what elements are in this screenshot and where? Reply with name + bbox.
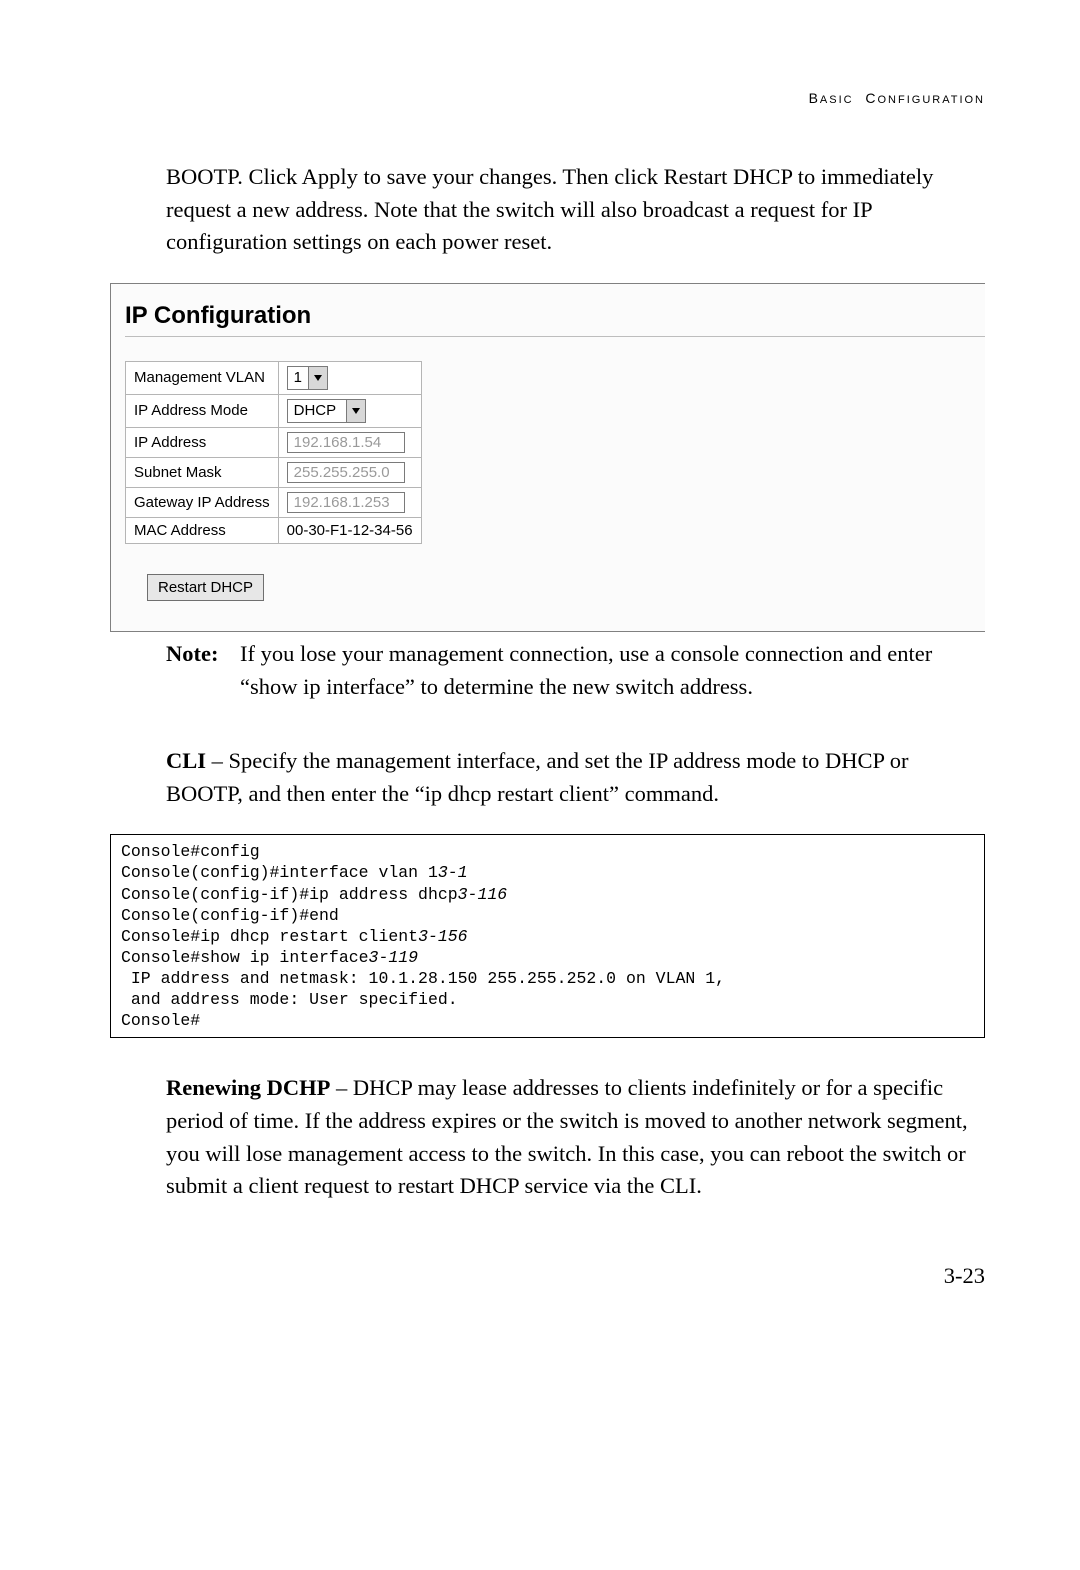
cli-line: Console(config)#interface vlan 1 bbox=[121, 863, 438, 882]
panel-title: IP Configuration bbox=[125, 302, 985, 330]
cli-ref: 3-119 bbox=[369, 948, 419, 967]
cli-example-box: Console#config Console(config)#interface… bbox=[110, 834, 985, 1038]
mgmt-vlan-select[interactable]: 1 bbox=[287, 366, 328, 390]
table-row: IP Address 192.168.1.54 bbox=[126, 427, 422, 457]
mac-address-value: 00-30-F1-12-34-56 bbox=[287, 522, 413, 539]
ip-mode-label: IP Address Mode bbox=[126, 394, 279, 427]
ip-address-label: IP Address bbox=[126, 427, 279, 457]
ip-mode-select[interactable]: DHCP bbox=[287, 399, 366, 423]
gateway-label: Gateway IP Address bbox=[126, 487, 279, 517]
panel-divider bbox=[125, 336, 985, 337]
page-number: 3-23 bbox=[110, 1263, 985, 1289]
table-row: Subnet Mask 255.255.255.0 bbox=[126, 457, 422, 487]
cli-line: Console# bbox=[121, 1011, 200, 1030]
ip-config-panel: IP Configuration Management VLAN 1 IP Ad… bbox=[110, 283, 985, 632]
cli-line: Console#ip dhcp restart client bbox=[121, 927, 418, 946]
note-text: If you lose your management connection, … bbox=[240, 638, 985, 703]
gateway-input[interactable]: 192.168.1.253 bbox=[287, 492, 405, 513]
cli-line: and address mode: User specified. bbox=[121, 990, 458, 1009]
mac-address-label: MAC Address bbox=[126, 517, 279, 543]
cli-line: Console(config-if)#end bbox=[121, 906, 339, 925]
page-header: BASIC CONFIGURATION bbox=[110, 90, 985, 106]
mgmt-vlan-value: 1 bbox=[288, 369, 308, 386]
cli-line: IP address and netmask: 10.1.28.150 255.… bbox=[121, 969, 725, 988]
intro-paragraph: BOOTP. Click Apply to save your changes.… bbox=[166, 161, 985, 259]
cli-intro-text: – Specify the management interface, and … bbox=[166, 748, 909, 806]
renewing-dhcp-paragraph: Renewing DCHP – DHCP may lease addresses… bbox=[166, 1072, 985, 1203]
renewing-dhcp-label: Renewing DCHP bbox=[166, 1075, 330, 1100]
subnet-mask-input[interactable]: 255.255.255.0 bbox=[287, 462, 405, 483]
ip-config-table: Management VLAN 1 IP Address Mode DHCP bbox=[125, 361, 422, 544]
mgmt-vlan-label: Management VLAN bbox=[126, 361, 279, 394]
cli-intro-paragraph: CLI – Specify the management interface, … bbox=[166, 745, 985, 810]
table-row: Gateway IP Address 192.168.1.253 bbox=[126, 487, 422, 517]
table-row: IP Address Mode DHCP bbox=[126, 394, 422, 427]
cli-line: Console(config-if)#ip address dhcp bbox=[121, 885, 458, 904]
table-row: MAC Address 00-30-F1-12-34-56 bbox=[126, 517, 422, 543]
cli-label: CLI bbox=[166, 748, 206, 773]
cli-ref: 3-1 bbox=[438, 863, 468, 882]
cli-line: Console#config bbox=[121, 842, 260, 861]
cli-ref: 3-116 bbox=[458, 885, 508, 904]
chevron-down-icon bbox=[308, 367, 327, 389]
restart-dhcp-button[interactable]: Restart DHCP bbox=[147, 574, 264, 601]
ip-address-input[interactable]: 192.168.1.54 bbox=[287, 432, 405, 453]
cli-line: Console#show ip interface bbox=[121, 948, 369, 967]
note-label: Note: bbox=[166, 638, 240, 703]
cli-ref: 3-156 bbox=[418, 927, 468, 946]
note-block: Note: If you lose your management connec… bbox=[166, 638, 985, 703]
table-row: Management VLAN 1 bbox=[126, 361, 422, 394]
subnet-mask-label: Subnet Mask bbox=[126, 457, 279, 487]
chevron-down-icon bbox=[346, 400, 365, 422]
ip-mode-value: DHCP bbox=[288, 402, 346, 419]
